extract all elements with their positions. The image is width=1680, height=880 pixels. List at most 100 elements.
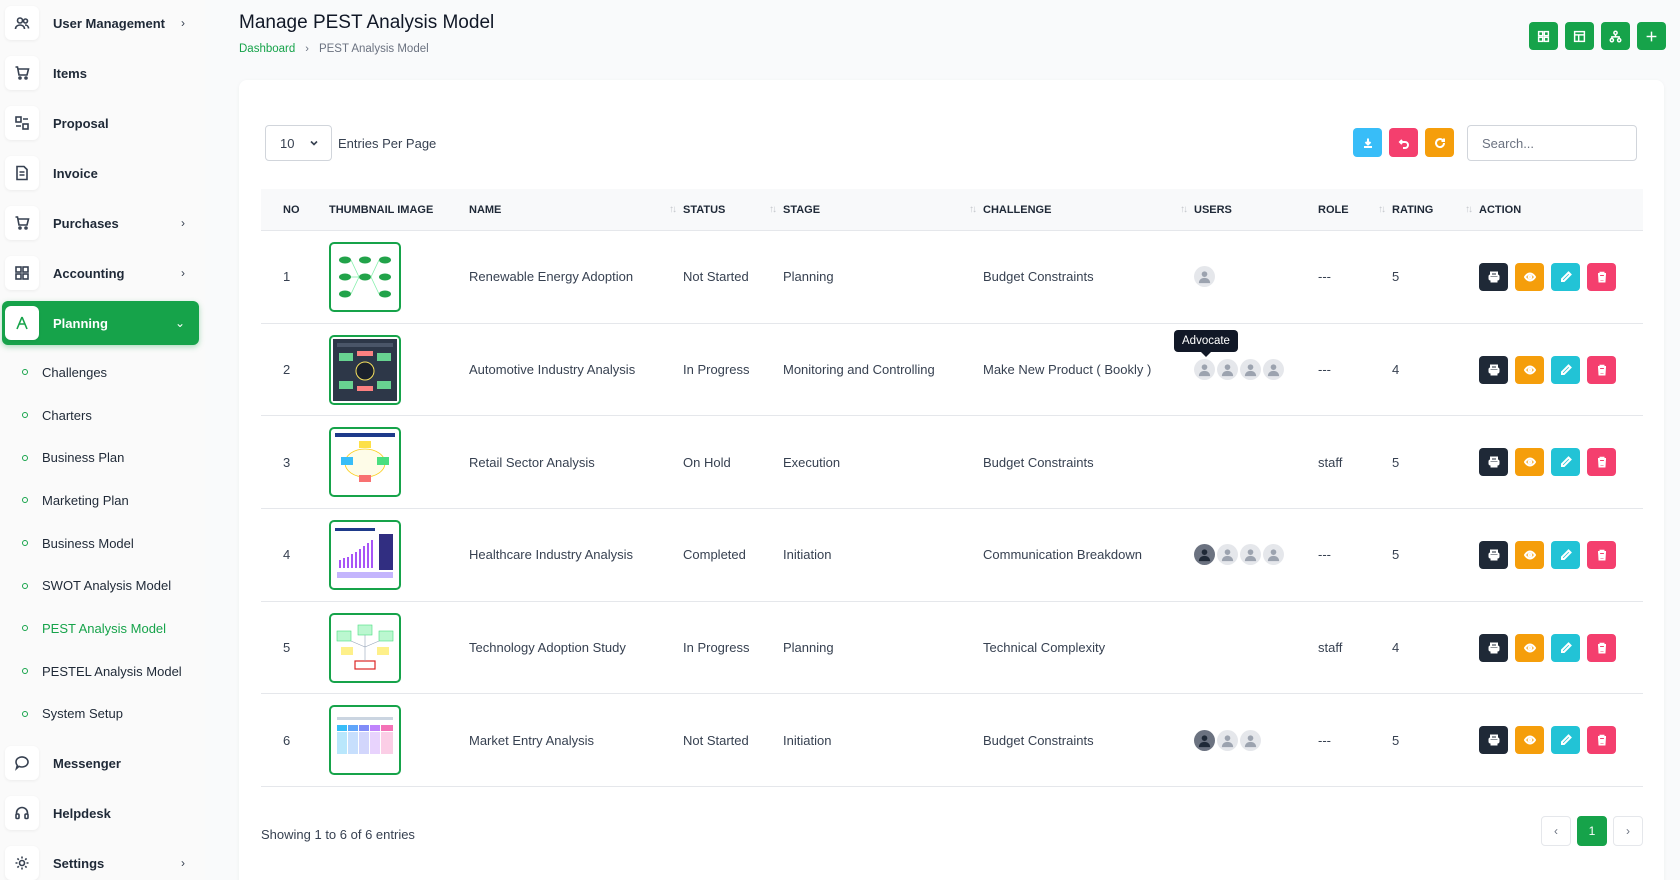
delete-button[interactable]: [1587, 262, 1616, 291]
column-header-role[interactable]: ROLE ↑↓: [1318, 189, 1392, 230]
edit-button[interactable]: [1551, 633, 1580, 662]
row-actions: [1479, 694, 1643, 786]
user-avatar[interactable]: [1240, 544, 1261, 566]
delete-button[interactable]: [1587, 726, 1616, 755]
search-input[interactable]: [1467, 125, 1637, 161]
sort-icon[interactable]: ↑↓: [769, 204, 777, 215]
undo-button[interactable]: [1389, 128, 1418, 157]
print-button[interactable]: [1479, 633, 1508, 662]
sidebar-subitem-challenges[interactable]: Challenges: [0, 351, 205, 394]
bullet-icon: [22, 625, 28, 632]
print-button[interactable]: [1479, 726, 1508, 755]
user-avatar[interactable]: [1263, 359, 1284, 381]
breadcrumb-current: PEST Analysis Model: [318, 43, 429, 55]
row-users: [1194, 509, 1318, 601]
print-button[interactable]: [1479, 262, 1508, 291]
sidebar-subitem-label: Business Model: [42, 535, 134, 551]
sidebar-subitem-business-model[interactable]: Business Model: [0, 522, 205, 565]
thumbnail-image[interactable]: [329, 519, 401, 590]
view-button[interactable]: [1515, 726, 1544, 755]
user-avatar[interactable]: [1194, 729, 1215, 751]
sidebar-item-label: Settings: [53, 855, 105, 871]
column-header-challenge[interactable]: CHALLENGE ↑↓: [983, 189, 1194, 230]
view-button[interactable]: [1515, 262, 1544, 291]
delete-button[interactable]: [1587, 355, 1616, 384]
user-avatar[interactable]: [1194, 266, 1215, 288]
sidebar-subitem-marketing-plan[interactable]: Marketing Plan: [0, 479, 205, 522]
thumbnail-graphic: [333, 431, 397, 494]
view-button[interactable]: [1515, 633, 1544, 662]
edit-button[interactable]: [1551, 355, 1580, 384]
user-avatar[interactable]: [1240, 729, 1261, 751]
sidebar-item-helpdesk[interactable]: Helpdesk: [2, 791, 199, 835]
sidebar-item-proposal[interactable]: Proposal: [2, 101, 199, 145]
bullet-icon: [22, 582, 28, 589]
grid-view-button[interactable]: [1529, 22, 1558, 50]
cart-icon: [15, 66, 30, 80]
user-avatar[interactable]: [1194, 544, 1215, 566]
sidebar-subitem-pestel-analysis-model[interactable]: PESTEL Analysis Model: [0, 650, 205, 693]
view-button[interactable]: [1515, 355, 1544, 384]
hierarchy-view-button[interactable]: [1601, 22, 1630, 50]
sidebar-subitem-system-setup[interactable]: System Setup: [0, 693, 205, 736]
entries-per-page-select[interactable]: 10: [265, 125, 332, 161]
print-button[interactable]: [1479, 355, 1508, 384]
column-header-name[interactable]: NAME ↑↓: [469, 189, 683, 230]
thumbnail-image[interactable]: [329, 705, 401, 776]
edit-button[interactable]: [1551, 448, 1580, 477]
sidebar-item-settings[interactable]: Settings ›: [2, 841, 199, 880]
page-header: Manage PEST Analysis Model Dashboard › P…: [239, 12, 494, 55]
edit-button[interactable]: [1551, 540, 1580, 569]
delete-button[interactable]: [1587, 448, 1616, 477]
thumbnail-image[interactable]: [329, 241, 401, 312]
pagination-prev-button[interactable]: ‹: [1541, 816, 1571, 846]
sidebar-item-purchases[interactable]: Purchases ›: [2, 201, 199, 245]
pagination-next-button[interactable]: ›: [1613, 816, 1643, 846]
thumbnail-image[interactable]: [329, 427, 401, 498]
thumbnail-image[interactable]: [329, 612, 401, 683]
user-avatar[interactable]: [1217, 359, 1238, 381]
column-header-stage[interactable]: STAGE ↑↓: [783, 189, 983, 230]
user-avatar[interactable]: [1217, 544, 1238, 566]
print-button[interactable]: [1479, 448, 1508, 477]
sidebar-item-accounting[interactable]: Accounting ›: [2, 251, 199, 295]
sidebar-subitem-swot-analysis-model[interactable]: SWOT Analysis Model: [0, 564, 205, 607]
sidebar-subitem-business-plan[interactable]: Business Plan: [0, 436, 205, 479]
print-button[interactable]: [1479, 540, 1508, 569]
edit-button[interactable]: [1551, 262, 1580, 291]
sidebar-item-user-management[interactable]: User Management ›: [2, 1, 199, 45]
column-header-status[interactable]: STATUS ↑↓: [683, 189, 783, 230]
sidebar-item-invoice[interactable]: Invoice: [2, 151, 199, 195]
sidebar-subitem-label: PESTEL Analysis Model: [42, 663, 182, 679]
user-avatar[interactable]: [1263, 544, 1284, 566]
sort-icon[interactable]: ↑↓: [1465, 204, 1473, 215]
pagination-page-button[interactable]: 1: [1577, 816, 1607, 846]
sidebar-item-messenger[interactable]: Messenger: [2, 741, 199, 785]
action-buttons: [1479, 355, 1616, 384]
user-avatar[interactable]: [1240, 359, 1261, 381]
sort-icon[interactable]: ↑↓: [1378, 204, 1386, 215]
thumbnail-image[interactable]: [329, 334, 401, 405]
sidebar-item-items[interactable]: Items: [2, 51, 199, 95]
table-view-button[interactable]: [1565, 22, 1594, 50]
sort-icon[interactable]: ↑↓: [1180, 204, 1188, 215]
user-avatar[interactable]: [1194, 359, 1215, 381]
delete-button[interactable]: [1587, 633, 1616, 662]
row-stage: Monitoring and Controlling: [783, 362, 935, 378]
add-button[interactable]: [1637, 22, 1666, 50]
sort-icon[interactable]: ↑↓: [669, 204, 677, 215]
sidebar-subitem-charters[interactable]: Charters: [0, 394, 205, 437]
download-button[interactable]: [1353, 128, 1382, 157]
column-header-rating[interactable]: RATING ↑↓: [1392, 189, 1479, 230]
edit-button[interactable]: [1551, 726, 1580, 755]
view-button[interactable]: [1515, 448, 1544, 477]
user-avatar[interactable]: [1217, 729, 1238, 751]
refresh-button[interactable]: [1425, 128, 1454, 157]
delete-button[interactable]: [1587, 540, 1616, 569]
sort-icon[interactable]: ↑↓: [969, 204, 977, 215]
sidebar-subitem-pest-analysis-model[interactable]: PEST Analysis Model: [0, 607, 205, 650]
view-button[interactable]: [1515, 540, 1544, 569]
breadcrumb-dashboard-link[interactable]: Dashboard: [239, 43, 295, 55]
sidebar-item-planning[interactable]: Planning ⌄: [2, 301, 199, 345]
row-number: 3: [283, 454, 291, 470]
